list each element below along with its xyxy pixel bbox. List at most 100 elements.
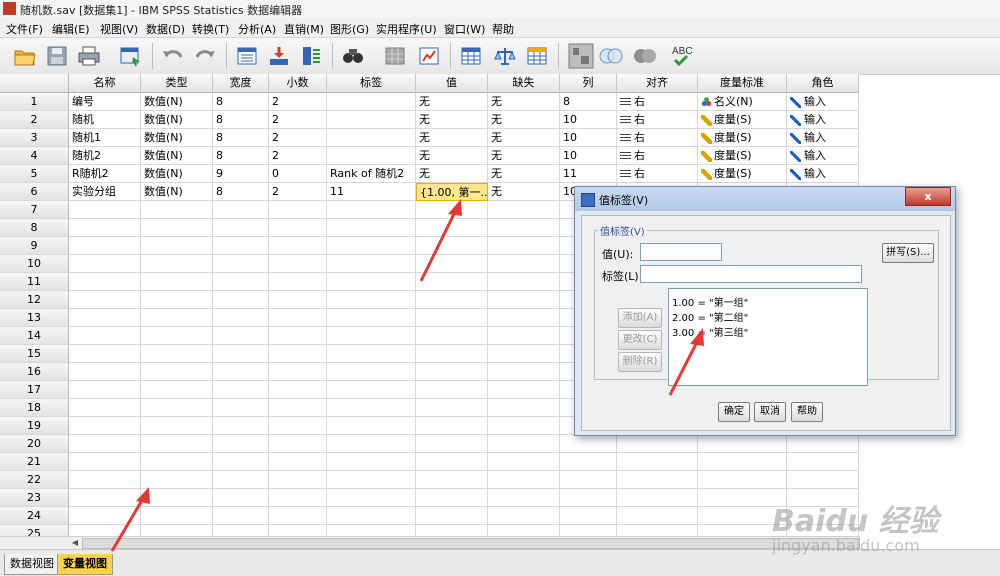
empty-cell[interactable] [327, 273, 416, 291]
measure-cell[interactable]: 名义(N) [698, 93, 787, 111]
empty-cell[interactable] [488, 255, 560, 273]
empty-cell[interactable] [269, 237, 327, 255]
empty-cell[interactable] [213, 381, 269, 399]
cell-type[interactable]: 数值(N) [141, 165, 213, 183]
empty-cell[interactable] [269, 417, 327, 435]
add-button[interactable]: 添加(A) [618, 308, 662, 328]
row-number[interactable]: 22 [0, 471, 69, 489]
menu-data[interactable]: 数据(D) [146, 21, 185, 37]
row-number[interactable]: 17 [0, 381, 69, 399]
empty-cell[interactable] [269, 309, 327, 327]
empty-cell[interactable] [488, 309, 560, 327]
empty-cell[interactable] [327, 489, 416, 507]
cell-decimals[interactable]: 0 [269, 165, 327, 183]
empty-cell[interactable] [141, 237, 213, 255]
empty-cell[interactable] [269, 291, 327, 309]
column-header[interactable]: 宽度 [213, 74, 269, 93]
menu-file[interactable]: 文件(F) [6, 21, 43, 37]
empty-cell[interactable] [269, 255, 327, 273]
cancel-button[interactable]: 取消 [754, 402, 786, 422]
empty-cell[interactable] [327, 399, 416, 417]
empty-cell[interactable] [488, 471, 560, 489]
empty-cell[interactable] [327, 525, 416, 536]
empty-cell[interactable] [141, 255, 213, 273]
empty-cell[interactable] [416, 291, 488, 309]
cell-label[interactable] [327, 129, 416, 147]
cell-type[interactable]: 数值(N) [141, 93, 213, 111]
menu-graphs[interactable]: 图形(G) [330, 21, 369, 37]
scrollbar-thumb[interactable] [82, 538, 860, 549]
empty-cell[interactable] [213, 219, 269, 237]
cell-name[interactable]: 随机2 [69, 147, 141, 165]
empty-cell[interactable] [560, 471, 617, 489]
empty-cell[interactable] [787, 453, 859, 471]
empty-cell[interactable] [416, 471, 488, 489]
align-cell[interactable]: 右 [617, 111, 698, 129]
empty-cell[interactable] [213, 327, 269, 345]
empty-cell[interactable] [416, 381, 488, 399]
column-header[interactable]: 类型 [141, 74, 213, 93]
cell-type[interactable]: 数值(N) [141, 147, 213, 165]
empty-cell[interactable] [488, 363, 560, 381]
empty-cell[interactable] [269, 273, 327, 291]
empty-cell[interactable] [327, 417, 416, 435]
variables-icon[interactable] [296, 41, 326, 71]
cell-missing[interactable]: 无 [488, 111, 560, 129]
cell-label[interactable]: Rank of 随机2 [327, 165, 416, 183]
empty-cell[interactable] [416, 435, 488, 453]
dialog-recall-icon[interactable] [116, 41, 146, 71]
empty-cell[interactable] [327, 291, 416, 309]
empty-cell[interactable] [69, 327, 141, 345]
empty-cell[interactable] [787, 471, 859, 489]
empty-cell[interactable] [269, 453, 327, 471]
empty-cell[interactable] [416, 525, 488, 536]
cell-columns[interactable]: 10 [560, 147, 617, 165]
cell-label[interactable] [327, 147, 416, 165]
empty-cell[interactable] [327, 255, 416, 273]
empty-cell[interactable] [269, 327, 327, 345]
empty-cell[interactable] [213, 525, 269, 536]
print-icon[interactable] [74, 41, 104, 71]
cell-type[interactable]: 数值(N) [141, 129, 213, 147]
cell-decimals[interactable]: 2 [269, 93, 327, 111]
menu-analyze[interactable]: 分析(A) [238, 21, 276, 37]
empty-cell[interactable] [488, 381, 560, 399]
role-cell[interactable]: 输入 [787, 93, 859, 111]
empty-cell[interactable] [213, 201, 269, 219]
empty-cell[interactable] [213, 489, 269, 507]
menu-view[interactable]: 视图(V) [100, 21, 138, 37]
empty-cell[interactable] [213, 255, 269, 273]
empty-cell[interactable] [269, 471, 327, 489]
cell-width[interactable]: 8 [213, 183, 269, 201]
empty-cell[interactable] [416, 273, 488, 291]
empty-cell[interactable] [69, 363, 141, 381]
empty-cell[interactable] [488, 489, 560, 507]
help-button[interactable]: 帮助 [791, 402, 823, 422]
empty-cell[interactable] [69, 273, 141, 291]
empty-cell[interactable] [488, 435, 560, 453]
column-header[interactable]: 缺失 [488, 74, 560, 93]
close-icon[interactable]: x [905, 187, 951, 206]
row-number[interactable]: 9 [0, 237, 69, 255]
empty-cell[interactable] [269, 507, 327, 525]
measure-cell[interactable]: 度量(S) [698, 165, 787, 183]
cell-missing[interactable]: 无 [488, 93, 560, 111]
value-labels-list[interactable]: 1.00 = "第一组" 2.00 = "第二组" 3.00 = "第三组" [668, 288, 868, 386]
empty-cell[interactable] [141, 309, 213, 327]
empty-cell[interactable] [327, 327, 416, 345]
empty-cell[interactable] [141, 327, 213, 345]
empty-cell[interactable] [327, 309, 416, 327]
cell-values[interactable]: 无 [416, 147, 488, 165]
empty-cell[interactable] [213, 471, 269, 489]
column-header[interactable]: 值 [416, 74, 488, 93]
row-number[interactable]: 18 [0, 399, 69, 417]
empty-cell[interactable] [327, 435, 416, 453]
row-number[interactable]: 16 [0, 363, 69, 381]
row-number[interactable]: 10 [0, 255, 69, 273]
role-cell[interactable]: 输入 [787, 129, 859, 147]
cell-name[interactable]: R随机2 [69, 165, 141, 183]
empty-cell[interactable] [416, 453, 488, 471]
empty-cell[interactable] [69, 399, 141, 417]
empty-cell[interactable] [787, 435, 859, 453]
empty-cell[interactable] [213, 435, 269, 453]
